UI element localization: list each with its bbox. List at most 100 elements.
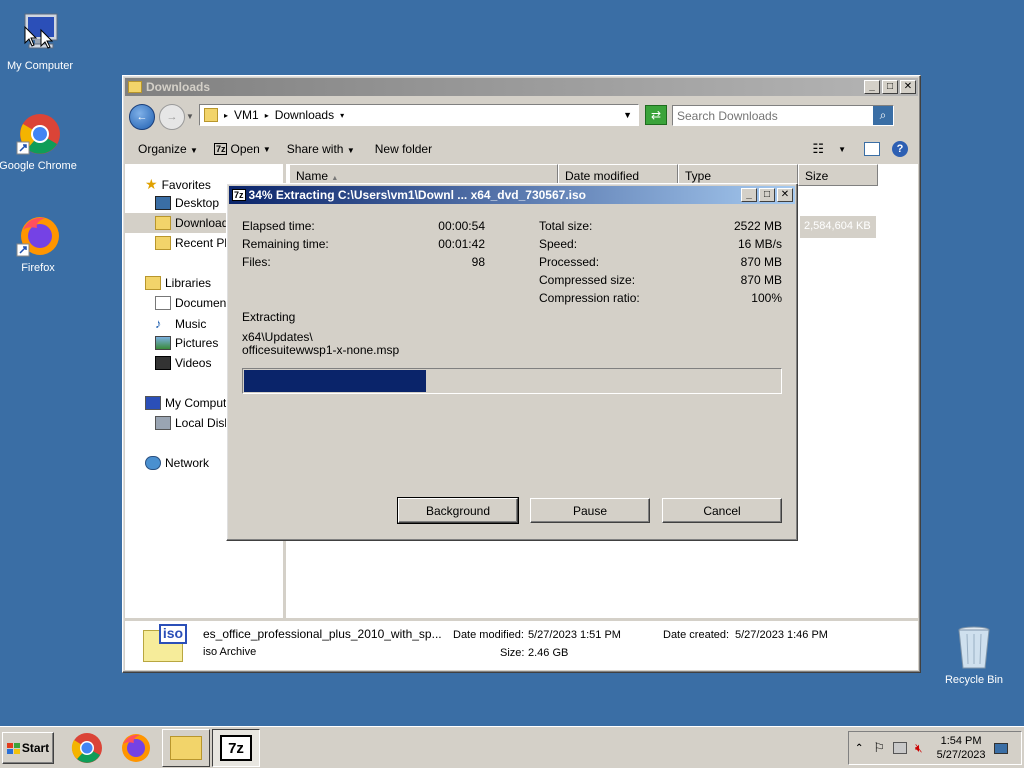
recycle-bin-icon bbox=[951, 624, 997, 670]
address-crumb-folder[interactable]: Downloads bbox=[275, 108, 334, 122]
compressed-size-label: Compressed size: bbox=[539, 273, 636, 287]
nav-videos[interactable]: Videos bbox=[155, 356, 211, 370]
downloads-folder-icon bbox=[204, 108, 218, 122]
nav-favorites[interactable]: ★ Favorites bbox=[145, 176, 211, 193]
minimize-button[interactable]: _ bbox=[864, 80, 880, 94]
details-filename: es_office_professional_plus_2010_with_sp… bbox=[203, 627, 442, 641]
taskbar-chrome-button[interactable] bbox=[68, 732, 106, 764]
iso-file-icon: iso bbox=[143, 624, 189, 664]
desktop-icon-google-chrome[interactable]: Google Chrome bbox=[0, 110, 78, 172]
nav-label: My Compute bbox=[165, 396, 234, 410]
details-size: 2.46 GB bbox=[528, 647, 569, 659]
chevron-down-icon[interactable]: ▼ bbox=[838, 145, 846, 154]
desktop-icon-my-computer[interactable]: My Computer bbox=[0, 10, 80, 72]
share-with-menu[interactable]: Share with ▼ bbox=[287, 142, 355, 156]
chevron-right-icon: ▸ bbox=[264, 110, 269, 120]
nav-pictures[interactable]: Pictures bbox=[155, 336, 218, 350]
search-input[interactable] bbox=[673, 108, 863, 123]
nav-label: Favorites bbox=[161, 177, 211, 192]
nav-network[interactable]: Network bbox=[145, 456, 209, 470]
desktop-icon-recycle-bin[interactable]: Recycle Bin bbox=[934, 624, 1014, 686]
extract-progress-dialog: 7z 34% Extracting C:\Users\vm1\Downl ...… bbox=[226, 183, 798, 541]
volume-muted-icon[interactable]: 🔇︎ bbox=[915, 741, 923, 756]
column-header-size[interactable]: Size bbox=[798, 164, 878, 186]
nav-label: Pictures bbox=[175, 336, 219, 350]
recent-pages-dropdown[interactable]: ▼ bbox=[186, 112, 194, 121]
sort-ascending-icon: ▲ bbox=[331, 175, 339, 182]
taskbar-explorer-button[interactable] bbox=[162, 729, 210, 767]
action-center-flag-icon[interactable]: ⚐ bbox=[873, 740, 885, 756]
desktop-icon-label: My Computer bbox=[6, 60, 74, 72]
explorer-title: Downloads bbox=[146, 80, 211, 94]
libraries-icon bbox=[145, 276, 161, 290]
column-label: Size bbox=[805, 169, 829, 183]
minimize-button[interactable]: _ bbox=[741, 188, 757, 202]
new-folder-button[interactable]: New folder bbox=[375, 142, 432, 156]
compressed-size-value: 870 MB bbox=[740, 273, 782, 287]
nav-libraries[interactable]: Libraries bbox=[145, 276, 211, 290]
file-row-size-cell[interactable]: 2,584,604 KB bbox=[800, 216, 876, 238]
background-button[interactable]: Background bbox=[397, 497, 519, 524]
nav-recent-places[interactable]: Recent Pla bbox=[155, 236, 234, 250]
details-date-created: 5/27/2023 1:46 PM bbox=[735, 629, 828, 641]
nav-desktop[interactable]: Desktop bbox=[155, 196, 219, 210]
close-button[interactable]: ✕ bbox=[900, 80, 916, 94]
show-hidden-icons-button[interactable]: ⌃ bbox=[855, 743, 863, 754]
start-button[interactable]: Start bbox=[2, 732, 54, 764]
nav-computer[interactable]: My Compute bbox=[145, 396, 233, 410]
help-icon[interactable]: ? bbox=[892, 141, 908, 157]
maximize-button[interactable]: □ bbox=[759, 188, 775, 202]
speed-label: Speed: bbox=[539, 237, 578, 251]
pictures-icon bbox=[155, 336, 171, 350]
nav-local-disk[interactable]: Local Disk bbox=[155, 416, 230, 430]
chevron-down-icon: ▼ bbox=[346, 146, 355, 155]
star-icon: ★ bbox=[145, 176, 158, 192]
command-bar: Organize ▼ 7z Open ▼ Share with ▼ New fo… bbox=[125, 136, 918, 162]
chevron-down-icon: ▾ bbox=[340, 110, 345, 120]
remaining-time-value: 00:01:42 bbox=[438, 237, 485, 251]
address-bar[interactable]: ▸ VM1 ▸ Downloads ▾ ▼ bbox=[199, 104, 639, 126]
search-icon[interactable]: ⌕ bbox=[873, 106, 893, 125]
network-tray-icon[interactable] bbox=[893, 742, 908, 754]
column-label: Type bbox=[685, 169, 712, 183]
network-icon bbox=[145, 456, 161, 470]
nav-documents[interactable]: Documents bbox=[155, 296, 236, 310]
clock[interactable]: 1:54 PM 5/27/2023 bbox=[937, 734, 986, 762]
nav-label: Videos bbox=[175, 356, 212, 370]
music-icon: ♪ bbox=[155, 316, 162, 331]
organize-menu[interactable]: Organize ▼ bbox=[138, 142, 198, 156]
view-options-icon[interactable]: ☷ bbox=[812, 141, 824, 157]
recent-places-icon bbox=[155, 236, 171, 250]
nav-back-button[interactable]: ← bbox=[129, 104, 155, 130]
extract-dialog-title: 34% Extracting C:\Users\vm1\Downl ... x6… bbox=[248, 188, 587, 202]
chevron-down-icon: ▼ bbox=[190, 146, 198, 155]
nav-forward-button[interactable]: → bbox=[159, 104, 185, 130]
processed-label: Processed: bbox=[539, 255, 600, 269]
desktop-icon-firefox[interactable]: Firefox bbox=[0, 212, 78, 274]
nav-downloads[interactable]: Downloads bbox=[155, 216, 234, 230]
address-history-dropdown[interactable]: ▼ bbox=[623, 110, 632, 120]
show-desktop-icon[interactable] bbox=[993, 742, 1008, 754]
open-button[interactable]: 7z Open ▼ bbox=[213, 142, 271, 156]
cancel-button[interactable]: Cancel bbox=[662, 498, 782, 523]
nav-label: Libraries bbox=[165, 276, 212, 290]
compression-ratio-value: 100% bbox=[751, 291, 782, 305]
address-crumb-root[interactable]: VM1 bbox=[234, 108, 259, 122]
close-button[interactable]: ✕ bbox=[777, 188, 793, 202]
desktop-icon-label: Firefox bbox=[21, 262, 55, 274]
taskbar-firefox-button[interactable] bbox=[117, 732, 155, 764]
compression-ratio-label: Compression ratio: bbox=[539, 291, 640, 305]
preview-pane-icon[interactable] bbox=[864, 142, 880, 156]
search-box[interactable]: ⌕ bbox=[672, 105, 894, 126]
share-with-label: Share with bbox=[286, 142, 344, 156]
start-label: Start bbox=[21, 741, 50, 755]
explorer-titlebar[interactable]: Downloads _ □ ✕ bbox=[125, 78, 918, 96]
nav-music[interactable]: ♪ Music bbox=[155, 316, 206, 331]
chevron-right-icon: ▸ bbox=[224, 110, 229, 120]
clock-time: 1:54 PM bbox=[940, 735, 982, 747]
extract-dialog-titlebar[interactable]: 7z 34% Extracting C:\Users\vm1\Downl ...… bbox=[229, 186, 795, 204]
taskbar-7zip-button[interactable]: 7z bbox=[212, 729, 260, 767]
maximize-button[interactable]: □ bbox=[882, 80, 898, 94]
pause-button[interactable]: Pause bbox=[530, 498, 650, 523]
refresh-button[interactable]: ⇄ bbox=[645, 105, 667, 125]
